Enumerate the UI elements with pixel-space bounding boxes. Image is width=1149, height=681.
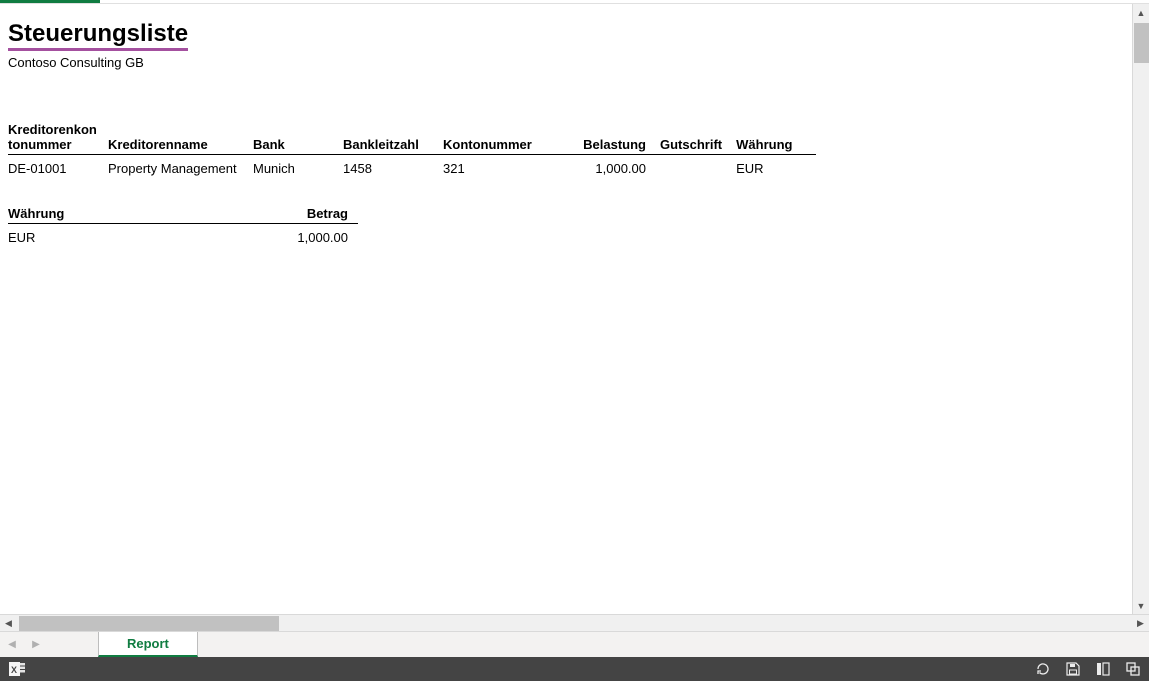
- th-gutschrift: Gutschrift: [660, 120, 736, 155]
- cell-belastung: 1,000.00: [555, 155, 660, 181]
- save-icon[interactable]: [1065, 661, 1081, 677]
- cell-bank: Munich: [253, 155, 343, 181]
- cell-kredno: DE-01001: [8, 155, 108, 181]
- summary-header-row: Währung Betrag: [8, 204, 358, 224]
- th-bank: Bank: [253, 120, 343, 155]
- status-right: [1035, 661, 1141, 677]
- tab-report[interactable]: Report: [98, 632, 198, 657]
- svg-text:X: X: [11, 665, 17, 675]
- table-header-row: Kreditorenkontonummer Kreditorenname Ban…: [8, 120, 816, 155]
- scroll-right-button[interactable]: ▶: [1132, 616, 1149, 631]
- vertical-scrollbar[interactable]: ▲ ▼: [1132, 4, 1149, 614]
- tab-nav: ◀ ▶: [0, 632, 48, 657]
- th-bankleitzahl: Bankleitzahl: [343, 120, 443, 155]
- scroll-h-thumb[interactable]: [19, 616, 279, 631]
- th-belastung: Belastung: [555, 120, 660, 155]
- cell-sum-waehrung: EUR: [8, 224, 238, 250]
- cell-sum-betrag: 1,000.00: [238, 224, 358, 250]
- page-title: Steuerungsliste: [8, 20, 188, 51]
- th-waehrung: Währung: [736, 120, 816, 155]
- th-kontonummer: Kontonummer: [443, 120, 555, 155]
- excel-icon: X: [8, 660, 26, 678]
- scroll-v-thumb[interactable]: [1134, 23, 1149, 63]
- summary-row: EUR 1,000.00: [8, 224, 358, 250]
- summary-table: Währung Betrag EUR 1,000.00: [8, 204, 358, 249]
- cell-waehrung: EUR: [736, 155, 816, 181]
- cell-konto: 321: [443, 155, 555, 181]
- th-sum-betrag: Betrag: [238, 204, 358, 224]
- horizontal-scrollbar[interactable]: ◀ ▶: [0, 614, 1149, 631]
- company-name: Contoso Consulting GB: [8, 55, 1124, 70]
- content-area: Steuerungsliste Contoso Consulting GB EU…: [0, 3, 1149, 614]
- sheet-tab-strip: ◀ ▶ Report: [0, 631, 1149, 657]
- th-sum-waehrung: Währung: [8, 204, 238, 224]
- fullscreen-icon[interactable]: [1125, 661, 1141, 677]
- refresh-icon[interactable]: [1035, 661, 1051, 677]
- cell-blz: 1458: [343, 155, 443, 181]
- report-body: Steuerungsliste Contoso Consulting GB EU…: [0, 4, 1132, 614]
- cell-gutschrift: [660, 155, 736, 181]
- scroll-v-track[interactable]: [1134, 21, 1149, 597]
- table-row: DE-01001 Property Management Munich 1458…: [8, 155, 816, 181]
- main-table: Kreditorenkontonummer Kreditorenname Ban…: [8, 120, 816, 180]
- th-kreditorenkontonummer: Kreditorenkontonummer: [8, 120, 108, 155]
- status-bar: X: [0, 657, 1149, 681]
- scroll-left-button[interactable]: ◀: [0, 616, 17, 631]
- scroll-up-button[interactable]: ▲: [1134, 4, 1149, 21]
- cell-kredname: Property Management: [108, 155, 253, 181]
- panel-icon[interactable]: [1095, 661, 1111, 677]
- tab-nav-prev-icon[interactable]: ◀: [8, 639, 16, 650]
- scroll-h-track[interactable]: [17, 616, 1132, 631]
- th-kreditorenname: Kreditorenname: [108, 120, 253, 155]
- scroll-down-button[interactable]: ▼: [1134, 597, 1149, 614]
- app-root: Steuerungsliste Contoso Consulting GB EU…: [0, 0, 1149, 681]
- tab-nav-next-icon[interactable]: ▶: [32, 639, 40, 650]
